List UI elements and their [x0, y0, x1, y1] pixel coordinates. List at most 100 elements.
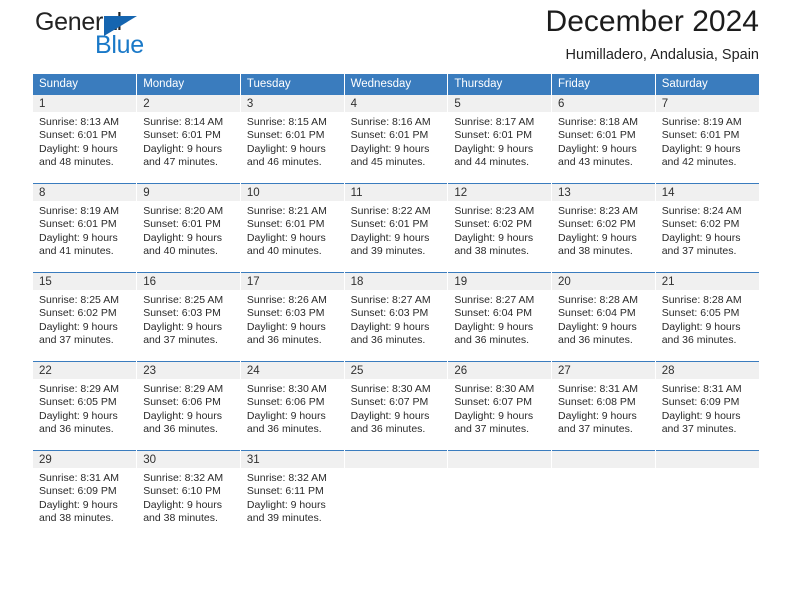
day-cell[interactable]: 27 Sunrise: 8:31 AM Sunset: 6:08 PM Dayl…	[551, 361, 656, 451]
day-cell[interactable]: 6 Sunrise: 8:18 AM Sunset: 6:01 PM Dayli…	[551, 94, 656, 184]
day-cell[interactable]: 16 Sunrise: 8:25 AM Sunset: 6:03 PM Dayl…	[136, 272, 241, 362]
day-cell[interactable]: 25 Sunrise: 8:30 AM Sunset: 6:07 PM Dayl…	[344, 361, 449, 451]
daylight-text-line2: and 39 minutes.	[350, 245, 426, 258]
day-cell[interactable]: 11 Sunrise: 8:22 AM Sunset: 6:01 PM Dayl…	[344, 183, 449, 273]
daylight-text-line2: and 36 minutes.	[661, 334, 737, 347]
day-cell[interactable]: 3 Sunrise: 8:15 AM Sunset: 6:01 PM Dayli…	[240, 94, 345, 184]
day-details: Sunrise: 8:26 AM Sunset: 6:03 PM Dayligh…	[241, 290, 344, 348]
day-details: Sunrise: 8:20 AM Sunset: 6:01 PM Dayligh…	[137, 201, 240, 259]
day-cell[interactable]: 17 Sunrise: 8:26 AM Sunset: 6:03 PM Dayl…	[240, 272, 345, 362]
daylight-text-line1: Daylight: 9 hours	[143, 142, 222, 155]
daylight-text-line2: and 37 minutes.	[661, 245, 737, 258]
sunrise-text: Sunrise: 8:31 AM	[661, 383, 742, 395]
day-details: Sunrise: 8:24 AM Sunset: 6:02 PM Dayligh…	[656, 201, 759, 259]
daylight-text-line2: and 37 minutes.	[454, 423, 530, 436]
day-cell[interactable]: 12 Sunrise: 8:23 AM Sunset: 6:02 PM Dayl…	[447, 183, 553, 273]
daylight-text-line1: Daylight: 9 hours	[143, 320, 222, 333]
day-cell[interactable]: 24 Sunrise: 8:30 AM Sunset: 6:06 PM Dayl…	[240, 361, 345, 451]
daylight-text-line1: Daylight: 9 hours	[143, 498, 222, 511]
daylight-text-line1: Daylight: 9 hours	[454, 231, 534, 244]
day-details: Sunrise: 8:27 AM Sunset: 6:04 PM Dayligh…	[448, 290, 551, 348]
daylight-text-line1: Daylight: 9 hours	[246, 498, 326, 511]
day-number: 4	[344, 95, 448, 112]
day-cell[interactable]: 22 Sunrise: 8:29 AM Sunset: 6:05 PM Dayl…	[33, 361, 138, 451]
daylight-text-line1: Daylight: 9 hours	[246, 142, 326, 155]
daylight-text-line2: and 42 minutes.	[661, 156, 737, 169]
day-details: Sunrise: 8:30 AM Sunset: 6:06 PM Dayligh…	[241, 379, 344, 437]
day-number: 10	[240, 184, 344, 201]
generalblue-logo[interactable]: General Blue	[33, 8, 208, 64]
daylight-text-line2: and 37 minutes.	[143, 334, 218, 347]
daylight-text-line2: and 45 minutes.	[350, 156, 426, 169]
sunset-text: Sunset: 6:07 PM	[454, 396, 532, 409]
day-number: 2	[137, 95, 240, 112]
day-number: 9	[137, 184, 240, 201]
day-number	[655, 451, 759, 468]
day-cell[interactable]: 7 Sunrise: 8:19 AM Sunset: 6:01 PM Dayli…	[655, 94, 759, 184]
daylight-text-line1: Daylight: 9 hours	[661, 231, 741, 244]
daylight-text-line2: and 43 minutes.	[558, 156, 633, 169]
day-cell[interactable]: 21 Sunrise: 8:28 AM Sunset: 6:05 PM Dayl…	[655, 272, 759, 362]
sunrise-text: Sunrise: 8:29 AM	[39, 383, 119, 395]
day-cell[interactable]: 19 Sunrise: 8:27 AM Sunset: 6:04 PM Dayl…	[447, 272, 553, 362]
daylight-text-line1: Daylight: 9 hours	[558, 409, 637, 422]
day-cell-empty	[344, 450, 449, 540]
daylight-text-line1: Daylight: 9 hours	[39, 409, 118, 422]
day-cell[interactable]: 14 Sunrise: 8:24 AM Sunset: 6:02 PM Dayl…	[655, 183, 759, 273]
day-number: 19	[448, 273, 552, 290]
sunset-text: Sunset: 6:02 PM	[558, 218, 636, 231]
day-cell[interactable]: 15 Sunrise: 8:25 AM Sunset: 6:02 PM Dayl…	[33, 272, 138, 362]
sunrise-text: Sunrise: 8:15 AM	[246, 116, 327, 128]
day-cell[interactable]: 18 Sunrise: 8:27 AM Sunset: 6:03 PM Dayl…	[344, 272, 449, 362]
sunrise-text: Sunrise: 8:14 AM	[143, 116, 224, 128]
day-cell[interactable]: 10 Sunrise: 8:21 AM Sunset: 6:01 PM Dayl…	[240, 183, 345, 273]
day-cell[interactable]: 2 Sunrise: 8:14 AM Sunset: 6:01 PM Dayli…	[136, 94, 241, 184]
sunset-text: Sunset: 6:02 PM	[39, 307, 117, 320]
daylight-text-line2: and 37 minutes.	[661, 423, 737, 436]
sunset-text: Sunset: 6:03 PM	[143, 307, 221, 320]
day-cell[interactable]: 30 Sunrise: 8:32 AM Sunset: 6:10 PM Dayl…	[136, 450, 241, 540]
day-cell[interactable]: 23 Sunrise: 8:29 AM Sunset: 6:06 PM Dayl…	[136, 361, 241, 451]
daylight-text-line2: and 38 minutes.	[143, 512, 218, 525]
sunrise-text: Sunrise: 8:26 AM	[246, 294, 327, 306]
day-details: Sunrise: 8:29 AM Sunset: 6:05 PM Dayligh…	[33, 379, 136, 437]
day-cell[interactable]: 8 Sunrise: 8:19 AM Sunset: 6:01 PM Dayli…	[33, 183, 138, 273]
day-number: 7	[655, 95, 759, 112]
weekday-header-thursday: Thursday	[447, 74, 553, 95]
day-cell[interactable]: 4 Sunrise: 8:16 AM Sunset: 6:01 PM Dayli…	[344, 94, 449, 184]
daylight-text-line1: Daylight: 9 hours	[454, 142, 534, 155]
day-cell[interactable]: 1 Sunrise: 8:13 AM Sunset: 6:01 PM Dayli…	[33, 94, 138, 184]
day-cell[interactable]: 31 Sunrise: 8:32 AM Sunset: 6:11 PM Dayl…	[240, 450, 345, 540]
daylight-text-line2: and 36 minutes.	[246, 334, 322, 347]
day-cell[interactable]: 20 Sunrise: 8:28 AM Sunset: 6:04 PM Dayl…	[551, 272, 656, 362]
day-cell[interactable]: 26 Sunrise: 8:30 AM Sunset: 6:07 PM Dayl…	[447, 361, 553, 451]
day-details: Sunrise: 8:13 AM Sunset: 6:01 PM Dayligh…	[33, 112, 136, 170]
day-details: Sunrise: 8:22 AM Sunset: 6:01 PM Dayligh…	[345, 201, 448, 259]
sunrise-text: Sunrise: 8:21 AM	[246, 205, 327, 217]
day-number: 21	[655, 273, 759, 290]
day-cell[interactable]: 9 Sunrise: 8:20 AM Sunset: 6:01 PM Dayli…	[136, 183, 241, 273]
day-details: Sunrise: 8:19 AM Sunset: 6:01 PM Dayligh…	[656, 112, 759, 170]
day-details: Sunrise: 8:19 AM Sunset: 6:01 PM Dayligh…	[33, 201, 136, 259]
sunset-text: Sunset: 6:06 PM	[143, 396, 221, 409]
week-row: 29 Sunrise: 8:31 AM Sunset: 6:09 PM Dayl…	[33, 450, 759, 540]
day-number: 14	[655, 184, 759, 201]
day-cell[interactable]: 28 Sunrise: 8:31 AM Sunset: 6:09 PM Dayl…	[655, 361, 759, 451]
sunrise-text: Sunrise: 8:25 AM	[143, 294, 224, 306]
day-number: 13	[552, 184, 655, 201]
daylight-text-line1: Daylight: 9 hours	[143, 231, 222, 244]
day-cell[interactable]: 13 Sunrise: 8:23 AM Sunset: 6:02 PM Dayl…	[551, 183, 656, 273]
sunrise-text: Sunrise: 8:28 AM	[558, 294, 638, 306]
daylight-text-line2: and 36 minutes.	[143, 423, 218, 436]
sunset-text: Sunset: 6:04 PM	[454, 307, 532, 320]
daylight-text-line2: and 36 minutes.	[246, 423, 322, 436]
daylight-text-line1: Daylight: 9 hours	[246, 231, 326, 244]
sunset-text: Sunset: 6:01 PM	[558, 129, 636, 142]
sunset-text: Sunset: 6:06 PM	[246, 396, 325, 409]
day-number: 18	[344, 273, 448, 290]
daylight-text-line1: Daylight: 9 hours	[558, 142, 637, 155]
daylight-text-line2: and 36 minutes.	[350, 334, 426, 347]
day-cell[interactable]: 29 Sunrise: 8:31 AM Sunset: 6:09 PM Dayl…	[33, 450, 138, 540]
sunset-text: Sunset: 6:02 PM	[454, 218, 532, 231]
day-cell[interactable]: 5 Sunrise: 8:17 AM Sunset: 6:01 PM Dayli…	[447, 94, 553, 184]
